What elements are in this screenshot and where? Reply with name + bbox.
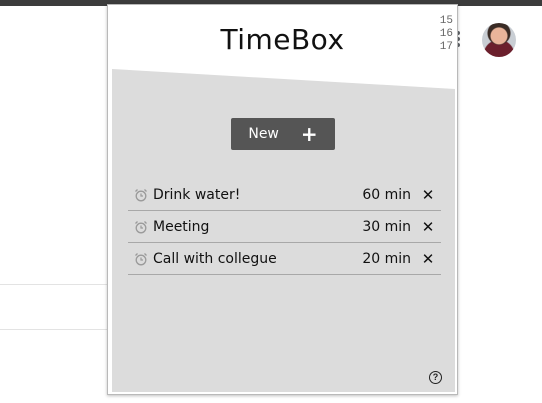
clock-digit: 17 [439,41,453,53]
clock-digits: 15 16 17 [435,15,453,54]
timebox-popup: TimeBox 15 16 17 New + Drink water! 60 m… [107,4,458,395]
timer-name: Call with collegue [153,250,277,267]
app-title: TimeBox [220,23,345,56]
avatar[interactable] [482,23,516,57]
close-icon[interactable]: ✕ [421,218,435,236]
timer-duration: 60 min [362,186,411,203]
help-icon[interactable]: ? [429,371,442,384]
alarm-clock-icon [135,188,147,201]
timer-row[interactable]: Meeting 30 min ✕ [128,211,441,243]
page-divider [0,329,108,330]
timer-row[interactable]: Call with collegue 20 min ✕ [128,243,441,275]
timer-duration: 20 min [362,250,411,267]
timer-name: Drink water! [153,186,241,203]
page-divider [0,284,108,285]
alarm-clock-icon [135,220,147,233]
timer-row[interactable]: Drink water! 60 min ✕ [128,179,441,211]
timer-name: Meeting [153,218,210,235]
clock-digit: 15 [439,15,453,27]
alarm-clock-icon [135,252,147,265]
new-button-label: New [248,126,279,142]
close-icon[interactable]: ✕ [421,186,435,204]
timer-duration: 30 min [362,218,411,235]
clock-digit: 16 [439,28,453,40]
close-icon[interactable]: ✕ [421,250,435,268]
new-timer-button[interactable]: New + [231,118,335,150]
timer-list: Drink water! 60 min ✕ Meeting 30 min ✕ C… [128,179,441,275]
plus-icon: + [300,122,318,146]
